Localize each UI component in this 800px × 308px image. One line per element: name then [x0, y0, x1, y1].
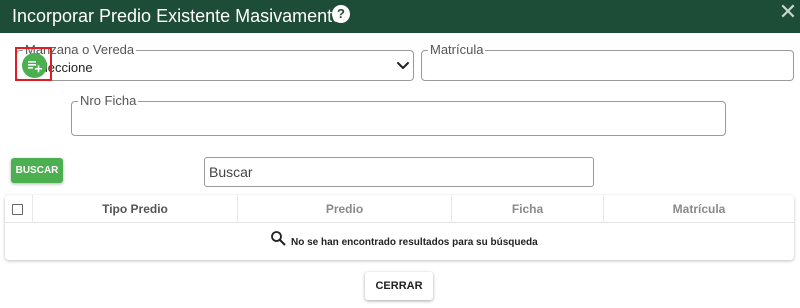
cerrar-button[interactable]: CERRAR [365, 272, 433, 300]
question-circle-icon[interactable]: ? [332, 5, 350, 23]
matricula-label: Matrícula [430, 42, 484, 57]
dialog-title: Incorporar Predio Existente Masivamente [12, 6, 343, 26]
column-header-matricula[interactable]: Matrícula [604, 195, 794, 223]
playlist-add-icon[interactable] [22, 53, 47, 78]
empty-results-message: No se han encontrado resultados para su … [291, 237, 538, 248]
column-header-ficha[interactable]: Ficha [452, 195, 604, 223]
matricula-field[interactable]: Matrícula [421, 42, 794, 81]
close-icon[interactable]: ✕ [778, 2, 798, 24]
nro-ficha-field[interactable]: Nro Ficha [71, 93, 726, 136]
incorporar-predio-dialog: Incorporar Predio Existente Masivamente … [0, 0, 800, 308]
buscar-button[interactable]: BUSCAR [11, 158, 63, 183]
dialog-titlebar: Incorporar Predio Existente Masivamente … [0, 0, 800, 33]
table-header: Tipo Predio Predio Ficha Matrícula [5, 195, 794, 223]
chevron-down-icon[interactable] [396, 58, 410, 72]
select-all-checkbox[interactable] [12, 204, 23, 215]
nro-ficha-label: Nro Ficha [80, 93, 137, 108]
column-header-predio[interactable]: Predio [238, 195, 452, 223]
column-header-tipo-predio[interactable]: Tipo Predio [33, 195, 238, 223]
results-table: Tipo Predio Predio Ficha Matrícula No se… [5, 195, 794, 260]
search-icon [271, 231, 286, 246]
select-all-cell [5, 195, 33, 223]
search-input[interactable] [204, 157, 594, 187]
empty-results-row: No se han encontrado resultados para su … [5, 225, 794, 258]
